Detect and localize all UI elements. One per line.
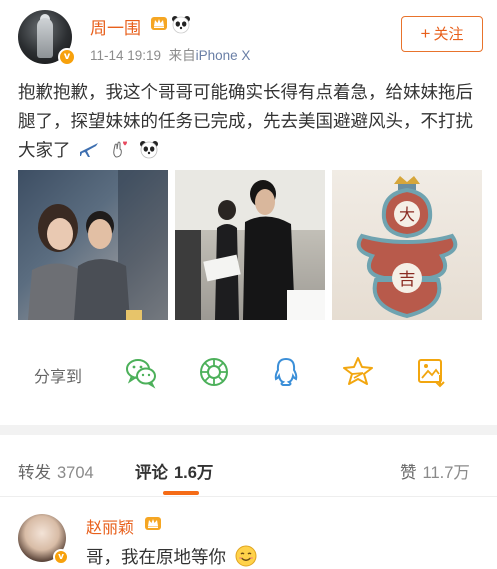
smile-emoji-icon	[235, 545, 257, 567]
post-header: v 周一围 11-14 19:19 来自iPhone X + 关注	[0, 0, 497, 70]
airplane-emoji-icon	[80, 143, 99, 157]
vip-crown-icon	[145, 517, 161, 530]
photo-grid: 大 吉	[18, 170, 482, 320]
author-name[interactable]: 周一围	[90, 14, 141, 39]
svg-text:大: 大	[399, 205, 415, 224]
panda-emoji-icon	[172, 16, 190, 34]
verified-badge-icon: v	[53, 549, 69, 565]
interaction-tabs: 转发 3704 评论 1.6万 赞 11.7万	[0, 435, 497, 497]
share-bar: 分享到	[0, 350, 497, 396]
tab-comments-label: 评论	[135, 464, 168, 482]
post-meta: 11-14 19:19 来自iPhone X	[90, 44, 250, 64]
post-source[interactable]: iPhone X	[196, 48, 251, 63]
source-prefix: 来自	[168, 48, 196, 63]
qzone-icon[interactable]	[341, 355, 375, 389]
tab-likes-label: 赞	[400, 464, 417, 482]
save-image-icon[interactable]	[414, 355, 448, 389]
post-text: 抱歉抱歉，我这个哥哥可能确实长得有点着急，给妹妹拖后腿了，探望妹妹的任务已完成，…	[18, 78, 484, 165]
tab-likes[interactable]: 赞 11.7万	[400, 459, 470, 483]
photo-actor-with-script[interactable]	[175, 170, 325, 320]
photo-lucky-charm-ornament[interactable]: 大 吉	[332, 170, 482, 320]
tab-comments[interactable]: 评论 1.6万	[135, 459, 213, 483]
moments-icon[interactable]	[197, 355, 231, 389]
follow-button[interactable]: + 关注	[401, 16, 483, 52]
commenter-name[interactable]: 赵丽颖	[86, 514, 134, 538]
finger-heart-emoji-icon	[113, 141, 128, 158]
plus-icon: +	[420, 24, 431, 43]
wechat-icon[interactable]	[124, 355, 158, 389]
share-label: 分享到	[34, 369, 83, 386]
qq-icon[interactable]	[269, 355, 303, 389]
verified-badge-icon: v	[58, 48, 76, 66]
post-time: 11-14 19:19	[90, 48, 162, 63]
comment-text-row: 哥，我在原地等你	[86, 544, 257, 569]
vip-crown-icon	[151, 17, 167, 30]
tab-likes-count: 11.7万	[422, 464, 470, 482]
comment-text: 哥，我在原地等你	[86, 547, 226, 567]
tab-reposts-count: 3704	[57, 464, 94, 482]
svg-text:吉: 吉	[399, 270, 416, 290]
follow-label: 关注	[433, 26, 464, 43]
comment-item: v 赵丽颖 哥，我在原地等你	[0, 500, 497, 569]
panda-emoji-icon	[140, 141, 159, 159]
tab-reposts-label: 转发	[18, 464, 51, 482]
active-tab-underline	[163, 491, 199, 495]
tab-reposts[interactable]: 转发 3704	[18, 459, 94, 483]
tab-comments-count: 1.6万	[174, 464, 214, 482]
photo-actors-seated[interactable]	[18, 170, 168, 320]
section-divider	[0, 425, 497, 435]
